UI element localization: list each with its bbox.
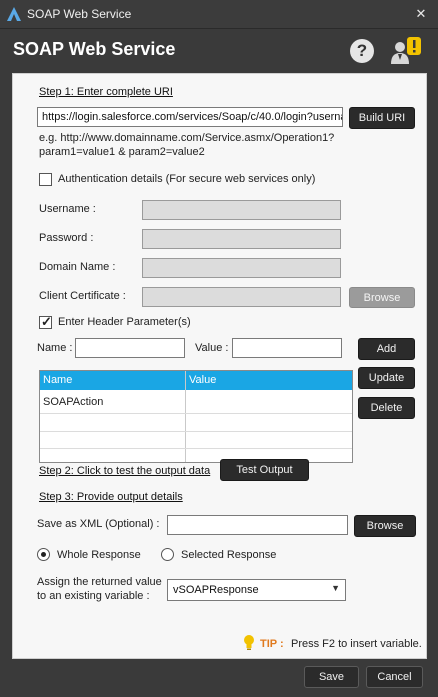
header-parameters-label: Enter Header Parameter(s) [58, 316, 191, 328]
header-parameters-checkbox[interactable] [39, 314, 52, 330]
variable-select-value: vSOAPResponse [173, 584, 259, 596]
add-header-button[interactable]: Add [358, 338, 415, 360]
save-button[interactable]: Save [304, 666, 359, 688]
update-header-button[interactable]: Update [358, 367, 415, 389]
delete-header-button[interactable]: Delete [358, 397, 415, 419]
domain-field [142, 258, 341, 278]
column-header-value[interactable]: Value [189, 374, 216, 386]
uri-input[interactable]: https://login.salesforce.com/services/So… [37, 107, 343, 127]
client-certificate-label: Client Certificate : [39, 290, 126, 302]
help-icon[interactable]: ? [350, 39, 374, 63]
uri-example-line2: param1=value1 & param2=value2 [39, 146, 205, 158]
password-field [142, 229, 341, 249]
title-bar: SOAP Web Service ✕ [0, 0, 438, 29]
assign-variable-label-line2: to an existing variable : [37, 590, 150, 602]
header-parameters-table: Name Value SOAPAction [39, 370, 353, 463]
window-title: SOAP Web Service [27, 7, 132, 21]
save-xml-input[interactable] [167, 515, 348, 535]
build-uri-button[interactable]: Build URI [349, 107, 415, 129]
main-panel: Step 1: Enter complete URI https://login… [12, 73, 427, 659]
test-output-button[interactable]: Test Output [220, 459, 309, 481]
step3-label: Step 3: Provide output details [39, 491, 183, 503]
dialog-heading: SOAP Web Service [13, 39, 176, 59]
step1-label: Step 1: Enter complete URI [39, 86, 173, 98]
user-warning-icon[interactable] [390, 36, 424, 66]
username-field [142, 200, 341, 220]
tip-label: TIP : [260, 638, 284, 650]
variable-select[interactable]: vSOAPResponse ▼ [167, 579, 346, 601]
selected-response-radio[interactable] [161, 548, 174, 561]
header-name-input[interactable] [75, 338, 185, 358]
client-certificate-field [142, 287, 341, 307]
cancel-button[interactable]: Cancel [366, 666, 423, 688]
whole-response-label: Whole Response [57, 549, 141, 561]
chevron-down-icon: ▼ [331, 583, 340, 593]
whole-response-radio[interactable] [37, 548, 50, 561]
row-name-cell: SOAPAction [43, 396, 104, 408]
header-value-label: Value : [195, 342, 229, 354]
uri-example-line1: e.g. http://www.domainname.com/Service.a… [39, 132, 335, 144]
authentication-label: Authentication details (For secure web s… [58, 173, 316, 185]
authentication-checkbox[interactable] [39, 173, 52, 186]
lightbulb-icon [244, 635, 254, 650]
table-header: Name Value [40, 371, 352, 390]
dialog-header: SOAP Web Service ? [0, 29, 438, 74]
selected-response-label: Selected Response [181, 549, 277, 561]
certificate-browse-button: Browse [349, 287, 415, 308]
password-label: Password : [39, 232, 94, 244]
assign-variable-label-line1: Assign the returned value [37, 576, 162, 588]
domain-label: Domain Name : [39, 261, 116, 273]
username-label: Username : [39, 203, 96, 215]
header-value-input[interactable] [232, 338, 342, 358]
tip-text: Press F2 to insert variable. [291, 638, 422, 650]
column-header-name[interactable]: Name [43, 374, 72, 386]
close-icon[interactable]: ✕ [411, 4, 431, 24]
header-name-label: Name : [37, 342, 73, 354]
save-xml-browse-button[interactable]: Browse [354, 515, 416, 537]
app-logo-icon [7, 7, 21, 21]
save-xml-label: Save as XML (Optional) : [37, 518, 160, 530]
step2-label: Step 2: Click to test the output data [39, 465, 211, 477]
